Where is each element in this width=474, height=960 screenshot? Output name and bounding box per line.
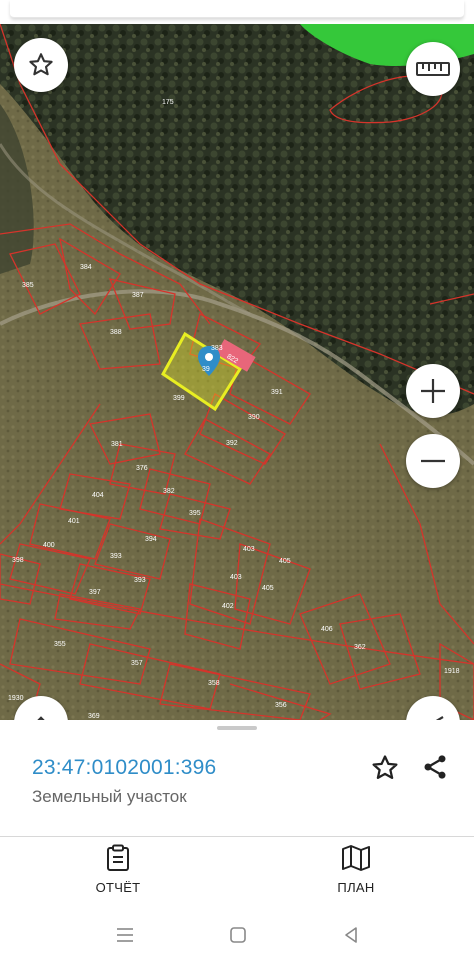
parcel-label: 404 (92, 492, 104, 499)
divider (0, 836, 474, 837)
parcel-label: 388 (110, 329, 122, 336)
star-outline-icon (372, 755, 398, 779)
object-type: Земельный участок (32, 787, 187, 806)
parcel-info-sheet: 23:47:0102001:396 Земельный участок ОТЧЁ… (0, 720, 474, 960)
parcel-label: 383 (211, 345, 223, 352)
zoom-in-button[interactable] (406, 364, 460, 418)
parcel-label: 393 (110, 553, 122, 560)
parcel-label: 369 (88, 713, 100, 720)
parcel-label: 385 (22, 282, 34, 289)
star-outline-icon (29, 53, 53, 76)
parcel-label: 403 (243, 546, 255, 553)
parcel-label: 1930 (8, 695, 24, 702)
search-bar-edge[interactable] (10, 0, 464, 18)
home-square-icon (230, 927, 246, 943)
parcel-label: 406 (321, 626, 333, 633)
top-bar (0, 0, 474, 24)
parcel-label: 1918 (444, 668, 460, 675)
parcel-label: 384 (80, 264, 92, 271)
parcel-label: 401 (68, 518, 80, 525)
parcel-label: 357 (131, 660, 143, 667)
recent-apps-button[interactable] (110, 920, 140, 950)
navigation-arrow-icon (435, 716, 444, 720)
tab-plan-label: ПЛАН (337, 880, 375, 895)
parcel-label: 393 (134, 577, 146, 584)
map-view[interactable]: 822 39 175 384 385 387 388 383 399 391 3… (0, 24, 474, 720)
back-button[interactable] (336, 920, 366, 950)
parcel-label: 405 (262, 585, 274, 592)
menu-icon (117, 928, 133, 942)
map-icon (342, 845, 370, 871)
parcel-label: 382 (163, 488, 175, 495)
parcel-label: 355 (54, 641, 66, 648)
app-root: 822 39 175 384 385 387 388 383 399 391 3… (0, 0, 474, 960)
plus-icon (421, 379, 445, 403)
parcel-label: 394 (145, 536, 157, 543)
parcel-label: 390 (248, 414, 260, 421)
cadastral-number[interactable]: 23:47:0102001:396 (32, 756, 216, 780)
share-button[interactable] (421, 753, 449, 786)
parcel-label: 402 (222, 603, 234, 610)
sheet-drag-handle[interactable] (217, 726, 257, 730)
selected-parcel-label: 39 (202, 366, 210, 373)
parcel-label: 400 (43, 542, 55, 549)
ruler-icon (416, 62, 450, 76)
parcel-label: 397 (89, 589, 101, 596)
parcel-label: 387 (132, 292, 144, 299)
satellite-map[interactable]: 822 39 175 384 385 387 388 383 399 391 3… (0, 24, 474, 720)
back-triangle-icon (345, 927, 357, 943)
share-icon (424, 755, 446, 779)
clipboard-icon (107, 844, 129, 871)
parcel-label: 399 (173, 395, 185, 402)
parcel-label: 391 (271, 389, 283, 396)
parcel-label: 398 (12, 557, 24, 564)
parcel-label: 403 (230, 574, 242, 581)
home-button[interactable] (223, 920, 253, 950)
parcel-label: 405 (279, 558, 291, 565)
favorite-button[interactable] (370, 753, 400, 788)
tab-report[interactable]: ОТЧЁТ (48, 840, 188, 896)
parcel-label: 376 (136, 465, 148, 472)
parcel-label: 381 (111, 441, 123, 448)
measure-button[interactable] (406, 42, 460, 96)
parcel-label: 358 (208, 680, 220, 687)
parcel-label: 175 (162, 99, 174, 106)
minus-icon (421, 459, 445, 463)
system-nav-bar (0, 910, 474, 960)
zoom-out-button[interactable] (406, 434, 460, 488)
parcel-label: 362 (354, 644, 366, 651)
tab-report-label: ОТЧЁТ (95, 880, 141, 895)
tab-plan[interactable]: ПЛАН (286, 840, 426, 896)
favorite-map-button[interactable] (14, 38, 68, 92)
parcel-label: 392 (226, 440, 238, 447)
parcel-label: 356 (275, 702, 287, 709)
parcel-label: 395 (189, 510, 201, 517)
